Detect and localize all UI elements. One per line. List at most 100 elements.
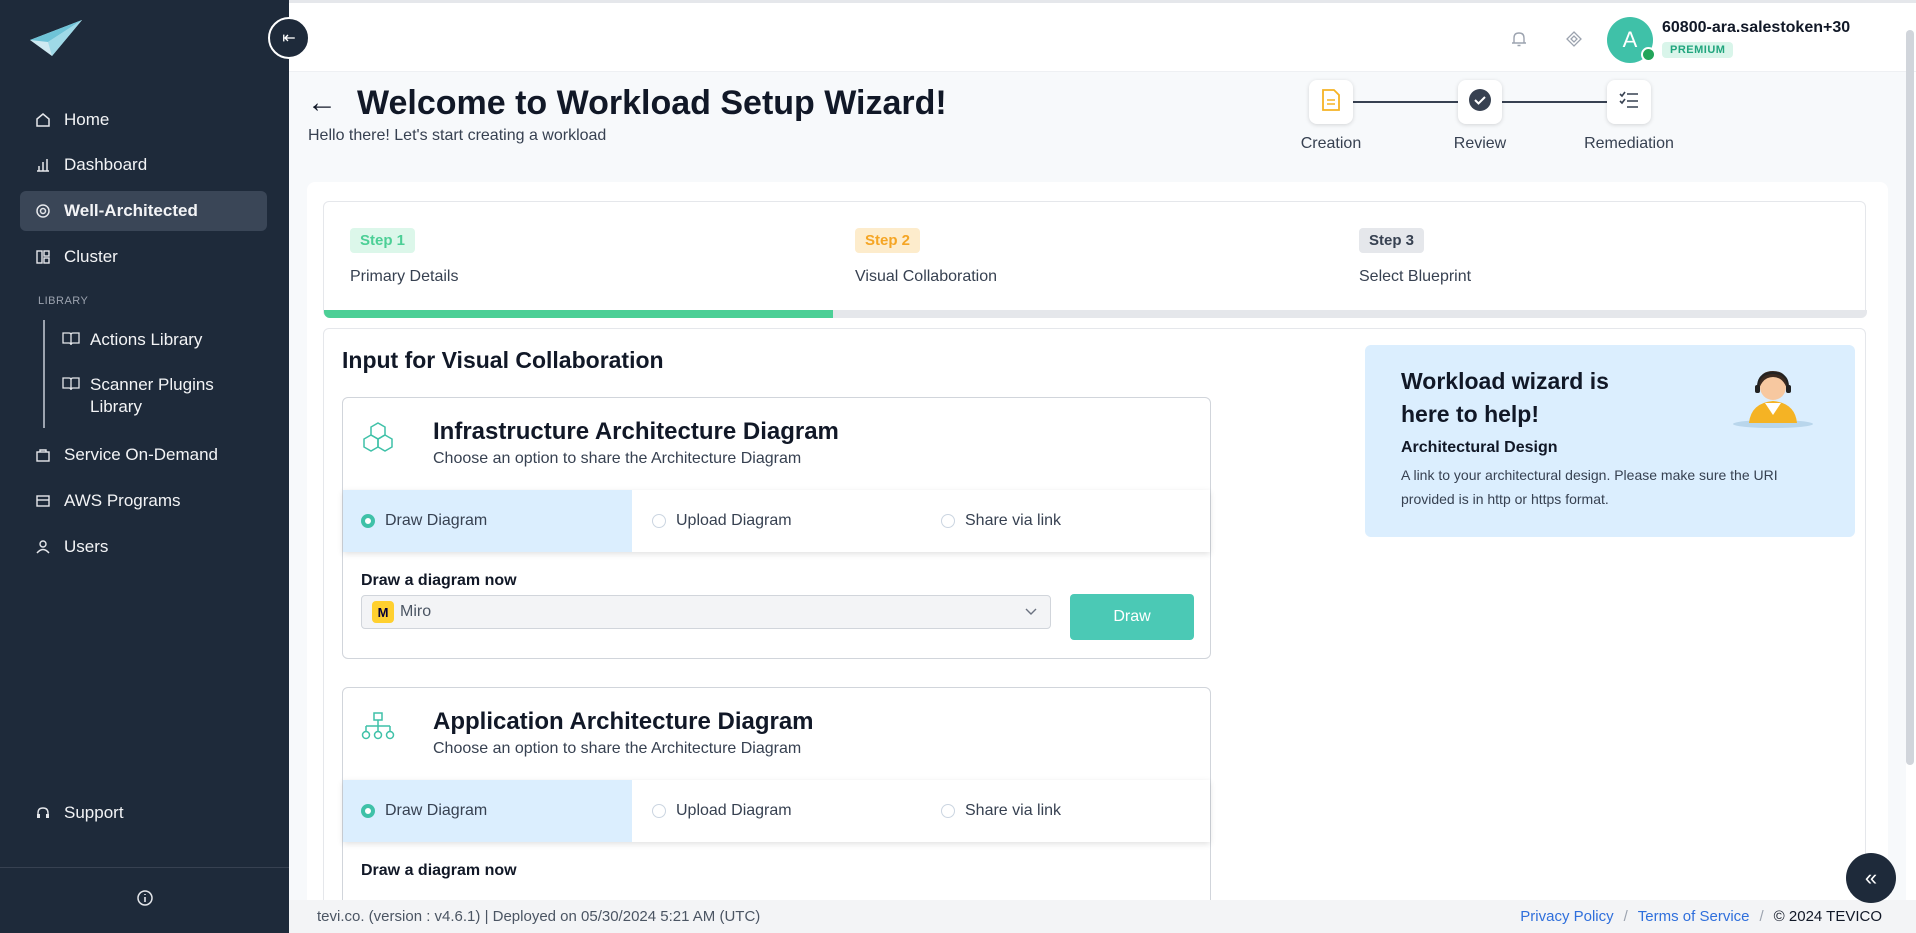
user-icon <box>34 538 52 556</box>
sidebar-item-label: Users <box>64 537 109 556</box>
sidebar-item-home[interactable]: Home <box>20 100 267 140</box>
stepper-review[interactable] <box>1458 80 1502 124</box>
visual-collaboration-panel: Input for Visual Collaboration Infrastru… <box>323 328 1866 933</box>
stepper-connector <box>1353 101 1458 103</box>
help-title: Workload wizard is here to help! <box>1401 368 1609 427</box>
stepper-connector <box>1502 101 1607 103</box>
sidebar-footer <box>0 867 289 933</box>
sidebar-item-label: Service On-Demand <box>64 445 219 464</box>
library-section-label: LIBRARY <box>38 295 89 307</box>
sidebar-item-dashboard[interactable]: Dashboard <box>20 145 267 185</box>
wizard-card: Step 1 Primary Details Step 2 Visual Col… <box>307 182 1888 933</box>
sidebar-item-cluster[interactable]: Cluster <box>20 237 267 277</box>
option-label: Upload Diagram <box>676 802 792 819</box>
cubes-icon <box>361 420 395 454</box>
option-label: Draw Diagram <box>385 512 488 529</box>
option-share-via-link[interactable]: Share via link <box>921 490 1210 552</box>
page-title: Welcome to Workload Setup Wizard! <box>357 84 947 122</box>
checklist-icon <box>1618 90 1640 115</box>
share-options: Draw Diagram Upload Diagram Share via li… <box>343 490 1210 552</box>
diamond-icon[interactable] <box>1562 27 1586 51</box>
sidebar-item-support[interactable]: Support <box>20 793 267 833</box>
option-label: Share via link <box>965 802 1062 819</box>
footer-links: Privacy Policy / Terms of Service / © 20… <box>1520 908 1882 925</box>
radio-selected[interactable] <box>361 804 375 818</box>
step-badge-3: Step 3 <box>1359 228 1425 253</box>
bag-icon <box>34 446 52 464</box>
draw-label: Draw a diagram now <box>361 572 517 589</box>
option-label: Share via link <box>965 512 1062 529</box>
drawing-tool-select[interactable]: M Miro <box>361 595 1051 629</box>
sidebar-item-label: Home <box>64 110 110 129</box>
stepper-label: Review <box>1453 135 1507 152</box>
sidebar-item-service-on-demand[interactable]: Service On-Demand <box>20 435 267 475</box>
wizard-steps: Step 1 Primary Details Step 2 Visual Col… <box>323 201 1867 318</box>
target-icon <box>34 202 52 220</box>
share-options: Draw Diagram Upload Diagram Share via li… <box>343 780 1210 842</box>
radio[interactable] <box>941 514 955 528</box>
option-draw-diagram[interactable]: Draw Diagram <box>343 490 632 552</box>
app-logo[interactable] <box>28 18 84 63</box>
back-arrow-icon[interactable]: ← <box>307 86 337 120</box>
book-icon <box>62 376 80 394</box>
footer-separator: / <box>1759 908 1764 925</box>
diagram-title: Application Architecture Diagram <box>433 708 814 735</box>
sidebar-item-scanner-plugins-library[interactable]: Scanner Plugins Library <box>62 374 222 418</box>
footer: tevi.co. (version : v4.6.1) | Deployed o… <box>289 900 1916 933</box>
radio[interactable] <box>941 804 955 818</box>
sidebar: Home Dashboard Well-Architected Cluster … <box>0 0 289 933</box>
sidebar-item-label: Scanner Plugins Library <box>90 375 214 416</box>
online-status-dot <box>1641 47 1656 62</box>
privacy-policy-link[interactable]: Privacy Policy <box>1520 908 1613 925</box>
help-text: A link to your architectural design. Ple… <box>1401 467 1778 507</box>
support-agent-illustration <box>1731 363 1815 434</box>
draw-button[interactable]: Draw <box>1070 594 1194 640</box>
sidebar-item-label: AWS Programs <box>64 491 181 510</box>
hierarchy-icon <box>361 710 395 744</box>
option-upload-diagram[interactable]: Upload Diagram <box>632 780 921 842</box>
home-icon <box>34 111 52 129</box>
terms-of-service-link[interactable]: Terms of Service <box>1638 908 1750 925</box>
version-info: tevi.co. (version : v4.6.1) | Deployed o… <box>317 908 761 925</box>
page-subtitle: Hello there! Let's start creating a work… <box>308 127 607 144</box>
copyright: © 2024 TEVICO <box>1773 908 1882 925</box>
sidebar-item-label: Well-Architected <box>64 201 198 220</box>
stepper-label: Remediation <box>1584 135 1674 152</box>
sidebar-item-label: Support <box>64 803 124 822</box>
option-share-via-link[interactable]: Share via link <box>921 780 1210 842</box>
option-upload-diagram[interactable]: Upload Diagram <box>632 490 921 552</box>
stepper-creation[interactable] <box>1309 80 1353 124</box>
radio-selected[interactable] <box>361 514 375 528</box>
sidebar-item-well-architected[interactable]: Well-Architected <box>20 191 267 231</box>
topbar: A 60800-ara.salestoken+30 PREMIUM <box>289 0 1916 72</box>
step-name-1: Primary Details <box>350 268 459 285</box>
progress-fill <box>324 310 834 318</box>
option-draw-diagram[interactable]: Draw Diagram <box>343 780 632 842</box>
step-name-3: Select Blueprint <box>1359 268 1472 285</box>
section-title: Input for Visual Collaboration <box>342 347 664 373</box>
stepper-remediation[interactable] <box>1607 80 1651 124</box>
bell-icon[interactable] <box>1507 27 1531 51</box>
info-icon[interactable] <box>136 889 154 912</box>
sidebar-item-actions-library[interactable]: Actions Library <box>62 329 202 351</box>
collapse-sidebar-button[interactable]: ⇤ <box>268 17 310 59</box>
sidebar-item-aws-programs[interactable]: AWS Programs <box>20 481 267 521</box>
bar-chart-icon <box>34 156 52 174</box>
sidebar-item-label: Dashboard <box>64 155 148 174</box>
diagram-title: Infrastructure Architecture Diagram <box>433 418 839 445</box>
collapse-icon: ⇤ <box>282 30 296 47</box>
radio[interactable] <box>652 804 666 818</box>
headset-icon <box>34 804 52 822</box>
collapse-panel-button[interactable]: « <box>1846 853 1896 903</box>
double-chevron-left-icon: « <box>1864 865 1878 890</box>
diagram-subtitle: Choose an option to share the Architectu… <box>433 740 802 757</box>
scrollbar[interactable] <box>1906 30 1914 765</box>
miro-logo-icon: M <box>372 601 394 623</box>
step-badge-1: Step 1 <box>350 228 416 253</box>
main-content: ← Welcome to Workload Setup Wizard! Hell… <box>289 72 1906 933</box>
username[interactable]: 60800-ara.salestoken+30 <box>1662 19 1850 37</box>
sidebar-item-users[interactable]: Users <box>20 527 267 567</box>
book-icon <box>62 331 80 349</box>
radio[interactable] <box>652 514 666 528</box>
application-diagram-card: Application Architecture Diagram Choose … <box>342 687 1211 933</box>
